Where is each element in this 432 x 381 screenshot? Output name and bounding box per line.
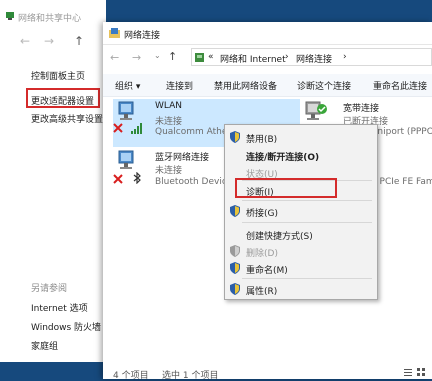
uac-shield-icon [230,131,240,143]
internet-options-link[interactable]: Internet 选项 [31,301,88,314]
highlight-box-adapter-settings [26,88,100,108]
up-arrow-icon[interactable]: ↑ [168,50,177,63]
menu-item-rename[interactable]: 重命名(M) [246,263,288,276]
check-icon [317,104,327,114]
error-x-icon [113,174,123,184]
error-x-icon [113,123,123,133]
up-arrow-icon[interactable]: ↑ [74,34,84,48]
menu-separator [242,222,372,223]
menu-separator [242,278,372,279]
breadcrumb-network-connections[interactable]: 网络连接 [296,52,332,65]
connection-status: 未连接 [155,166,183,176]
menu-separator [242,200,372,201]
window-title: 网络连接 [124,31,161,41]
uac-shield-icon [230,283,240,295]
title-divider [103,44,432,45]
breadcrumb-network-internet[interactable]: 网络和 Internet [220,52,286,65]
connection-name: 宽带连接 [343,104,380,114]
connection-name: WLAN [155,101,183,111]
network-center-icon [6,12,14,20]
wifi-signal-icon [131,123,142,134]
uac-shield-icon [230,245,240,257]
recent-locations-chevron-icon[interactable]: ⌄ [154,51,161,60]
forward-arrow-icon[interactable]: → [44,34,54,48]
connection-status: 未连接 [155,117,183,127]
breadcrumb-separator: › [343,52,347,62]
homegroup-link[interactable]: 家庭组 [31,339,58,352]
connect-to-button[interactable]: 连接到 [166,79,193,92]
diagnose-connection-button[interactable]: 诊断这个连接 [297,79,351,92]
back-arrow-icon[interactable]: ← [20,34,30,48]
connection-device: Bluetooth Device [155,177,233,187]
window-title: 网络和共享中心 [18,14,82,24]
breadcrumb-overflow[interactable]: « [208,52,214,62]
network-sharing-center-window: 网络和共享中心 ← → ↑ 控制面板主页 更改适配器设置 更改高级共享设置 另请… [0,0,106,362]
bluetooth-icon [133,172,141,184]
windows-firewall-link[interactable]: Windows 防火墙 [31,320,101,333]
menu-item-bridge[interactable]: 桥接(G) [246,206,278,219]
back-arrow-icon[interactable]: ← [110,51,119,64]
uac-shield-icon [230,205,240,217]
highlight-box-diagnose [235,178,337,198]
item-count: 4 个项目 [113,371,149,381]
control-panel-icon [195,53,204,62]
network-folder-icon [109,28,120,38]
large-icons-view-icon[interactable] [417,368,425,376]
selected-count: 选中 1 个项目 [162,371,219,381]
connection-device: Qualcomm Athe [155,127,228,137]
disable-device-button[interactable]: 禁用此网络设备 [214,79,277,92]
advanced-sharing-settings-link[interactable]: 更改高级共享设置 [31,112,103,125]
menu-item-delete: 删除(D) [246,249,278,259]
menu-item-connect-disconnect[interactable]: 连接/断开连接(O) [246,150,319,163]
rename-connection-button[interactable]: 重命名此连接 [373,79,427,92]
menu-item-create-shortcut[interactable]: 创建快捷方式(S) [246,229,313,242]
see-also-heading: 另请参阅 [31,284,68,294]
organize-button[interactable]: 组织 ▾ [115,79,140,92]
uac-shield-icon [230,262,240,274]
menu-item-disable[interactable]: 禁用(B) [246,132,277,145]
details-view-icon[interactable] [404,368,412,376]
breadcrumb-separator: › [285,52,289,62]
forward-arrow-icon[interactable]: → [132,51,141,64]
menu-item-properties[interactable]: 属性(R) [246,284,277,297]
control-panel-home-link[interactable]: 控制面板主页 [31,69,85,82]
connection-name: 蓝牙网络连接 [155,153,210,163]
